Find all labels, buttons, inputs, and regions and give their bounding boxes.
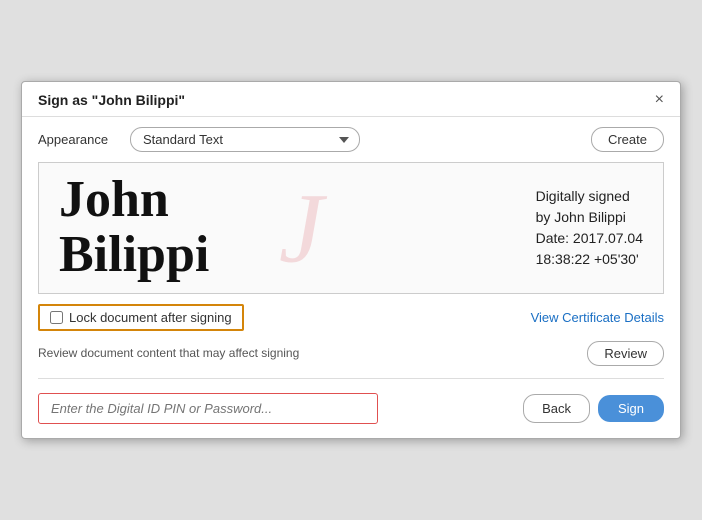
dialog-header: Sign as "John Bilippi" ×	[22, 82, 680, 117]
signature-name: John Bilippi	[59, 173, 209, 282]
view-certificate-link[interactable]: View Certificate Details	[531, 310, 664, 325]
dialog-title: Sign as "John Bilippi"	[38, 92, 185, 108]
divider	[38, 378, 664, 379]
lock-checkbox[interactable]	[50, 311, 63, 324]
signature-watermark: J	[279, 171, 323, 286]
appearance-select[interactable]: Standard Text	[130, 127, 360, 152]
create-button[interactable]: Create	[591, 127, 664, 152]
pin-input[interactable]	[38, 393, 378, 424]
signature-info: Digitally signed by John Bilippi Date: 2…	[536, 186, 643, 270]
appearance-label: Appearance	[38, 132, 118, 147]
action-buttons: Back Sign	[523, 394, 664, 423]
back-button[interactable]: Back	[523, 394, 590, 423]
lock-checkbox-area: Lock document after signing	[38, 304, 244, 331]
pin-row: Back Sign	[22, 385, 680, 438]
review-row: Review document content that may affect …	[22, 335, 680, 372]
lock-row: Lock document after signing View Certifi…	[22, 294, 680, 335]
sign-button[interactable]: Sign	[598, 395, 664, 422]
signature-preview: John Bilippi J Digitally signed by John …	[38, 162, 664, 293]
appearance-row: Appearance Standard Text Create	[22, 117, 680, 162]
review-text: Review document content that may affect …	[38, 346, 299, 360]
lock-label: Lock document after signing	[69, 310, 232, 325]
review-button[interactable]: Review	[587, 341, 664, 366]
sign-dialog: Sign as "John Bilippi" × Appearance Stan…	[21, 81, 681, 438]
close-button[interactable]: ×	[655, 92, 664, 108]
